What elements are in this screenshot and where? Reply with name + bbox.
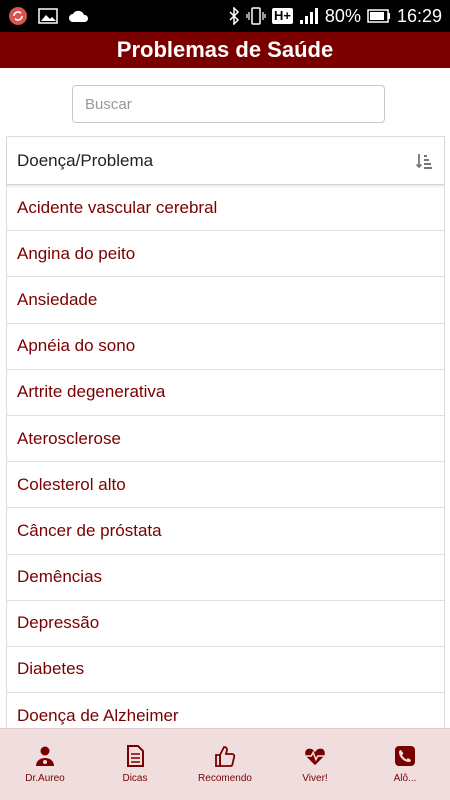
list-item[interactable]: Diabetes bbox=[7, 646, 444, 694]
clock-time: 16:29 bbox=[396, 5, 442, 26]
doctor-icon bbox=[34, 745, 56, 767]
bluetooth-icon bbox=[228, 7, 240, 25]
list-item-label: Ansiedade bbox=[17, 289, 98, 309]
list-item-label: Depressão bbox=[17, 613, 100, 633]
status-bar: H+ 80% 16:29 bbox=[0, 0, 450, 32]
document-icon bbox=[124, 745, 146, 767]
list-item-label: Artrite degenerativa bbox=[17, 382, 166, 402]
nav-viver[interactable]: Viver! bbox=[270, 729, 360, 800]
nav-label: Viver! bbox=[302, 773, 328, 784]
list-item-label: Angina do peito bbox=[17, 243, 136, 263]
list-header[interactable]: Doença/Problema bbox=[7, 137, 444, 185]
sort-icon[interactable] bbox=[414, 151, 434, 171]
list-item-label: Apnéia do sono bbox=[17, 336, 136, 356]
list-item[interactable]: Colesterol alto bbox=[7, 462, 444, 509]
list-item-label: Aterosclerose bbox=[17, 428, 121, 448]
list-item[interactable]: Ansiedade bbox=[7, 277, 444, 324]
sync-app-icon bbox=[8, 6, 28, 26]
list-item-label: Demências bbox=[17, 567, 103, 587]
nav-label: Dicas bbox=[122, 773, 148, 784]
list-item-label: Diabetes bbox=[17, 659, 85, 679]
list-item[interactable]: Demências bbox=[7, 554, 444, 601]
nav-alo[interactable]: Alô... bbox=[360, 729, 450, 800]
list-item[interactable]: Artrite degenerativa bbox=[7, 369, 444, 416]
problem-list: Doença/Problema Acidente vascular cerebr… bbox=[6, 136, 445, 740]
list-item[interactable]: Aterosclerose bbox=[7, 415, 444, 463]
list-item-label: Acidente vascular cerebral bbox=[17, 197, 218, 217]
list-item[interactable]: Angina do peito bbox=[7, 231, 444, 278]
vibrate-icon bbox=[246, 7, 266, 25]
search-input[interactable] bbox=[72, 85, 385, 123]
list-item[interactable]: Câncer de próstata bbox=[7, 508, 444, 555]
nav-recomendo[interactable]: Recomendo bbox=[180, 729, 270, 800]
list-item-label: Colesterol alto bbox=[17, 474, 126, 494]
search-container bbox=[72, 85, 385, 123]
battery-percentage: 80% bbox=[324, 5, 361, 26]
heartbeat-icon bbox=[304, 745, 326, 767]
list-item-label: Doença de Alzheimer bbox=[17, 705, 179, 725]
list-header-label: Doença/Problema bbox=[17, 150, 154, 170]
cloud-icon bbox=[68, 9, 90, 23]
nav-dicas[interactable]: Dicas bbox=[90, 729, 180, 800]
signal-strength-icon bbox=[299, 7, 319, 25]
list-item[interactable]: Acidente vascular cerebral bbox=[7, 185, 444, 232]
phone-icon bbox=[394, 745, 416, 767]
app-header: Problemas de Saúde bbox=[0, 32, 450, 68]
list-item-label: Câncer de próstata bbox=[17, 520, 162, 540]
nav-dr-aureo[interactable]: Dr.Aureo bbox=[0, 729, 90, 800]
nav-label: Recomendo bbox=[198, 773, 252, 784]
nav-label: Dr.Aureo bbox=[25, 773, 65, 784]
image-icon bbox=[38, 8, 58, 24]
list-item[interactable]: Depressão bbox=[7, 600, 444, 647]
network-type-badge: H+ bbox=[271, 8, 293, 24]
thumbs-up-icon bbox=[214, 745, 236, 767]
nav-label: Alô... bbox=[393, 773, 417, 784]
battery-icon bbox=[367, 9, 391, 23]
bottom-nav: Dr.Aureo Dicas Recomendo Viver! Alô... bbox=[0, 728, 450, 800]
page-title: Problemas de Saúde bbox=[116, 37, 334, 62]
list-item[interactable]: Apnéia do sono bbox=[7, 323, 444, 370]
